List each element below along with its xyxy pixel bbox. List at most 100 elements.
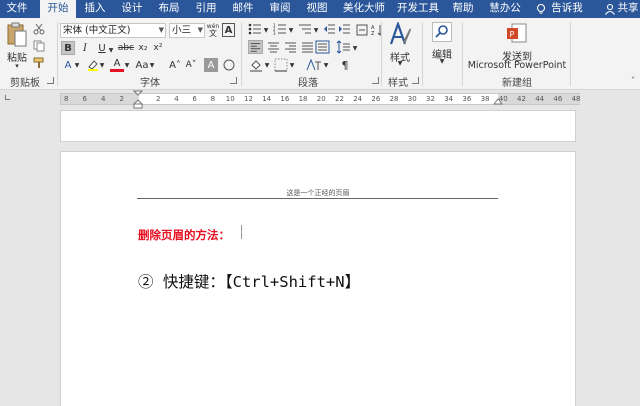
tab-view[interactable]: 视图: [300, 0, 334, 18]
tab-references[interactable]: 引用: [189, 0, 223, 18]
ruler-number: 12: [244, 95, 253, 103]
line-spacing-icon[interactable]: [336, 40, 351, 54]
numbering-icon[interactable]: 123: [273, 23, 287, 35]
right-indent-marker-icon[interactable]: [493, 98, 503, 106]
chevron-down-icon[interactable]: ▼: [288, 60, 296, 70]
chevron-down-icon[interactable]: ▼: [107, 45, 115, 55]
separator: [381, 22, 382, 86]
send-to-powerpoint-icon[interactable]: P: [506, 23, 528, 45]
tab-layout[interactable]: 布局: [152, 0, 186, 18]
page-header-text[interactable]: 这是一个正经的页眉: [138, 188, 498, 198]
tab-developer[interactable]: 开发工具: [394, 0, 442, 18]
italic-button[interactable]: I: [78, 41, 92, 55]
chevron-down-icon[interactable]: ▼: [351, 43, 359, 53]
cut-icon[interactable]: [33, 23, 45, 35]
tell-me[interactable]: 告诉我: [550, 0, 584, 18]
chevron-down-icon[interactable]: ▼: [98, 60, 106, 70]
align-right-icon[interactable]: [283, 40, 298, 54]
chevron-down-icon[interactable]: ▼: [436, 58, 448, 65]
tab-mailings[interactable]: 邮件: [226, 0, 260, 18]
paragraph-group-label: 段落: [298, 78, 318, 89]
tab-huibangong[interactable]: 慧办公: [487, 0, 523, 18]
paste-dropdown-arrow[interactable]: ▾: [11, 62, 23, 70]
align-left-icon[interactable]: [248, 40, 263, 54]
tab-review[interactable]: 审阅: [263, 0, 297, 18]
chevron-down-icon[interactable]: ▼: [312, 25, 320, 35]
bold-button[interactable]: B: [61, 41, 75, 55]
separator: [57, 22, 58, 86]
chevron-down-icon[interactable]: ▼: [123, 60, 131, 70]
tab-selector[interactable]: ∟: [4, 94, 12, 104]
tab-home[interactable]: 开始: [40, 0, 76, 18]
header-border-line: [137, 198, 498, 199]
distributed-icon[interactable]: [315, 40, 330, 54]
ribbon-home: 粘贴 ▾ 剪贴板 宋体 (中文正文) ▼ 小三 ▼ wén 文 A B I U …: [0, 18, 640, 90]
paste-icon[interactable]: [6, 22, 28, 48]
paragraph-dialog-launcher[interactable]: [372, 77, 379, 84]
collapse-ribbon-button[interactable]: ˄: [628, 75, 638, 85]
tab-insert[interactable]: 插入: [78, 0, 112, 18]
ruler-number: 14: [262, 95, 272, 103]
share-button[interactable]: 共享: [616, 0, 640, 18]
chevron-down-icon[interactable]: ▼: [263, 60, 271, 70]
increase-indent-icon[interactable]: [338, 23, 351, 35]
decrease-indent-icon[interactable]: [323, 23, 336, 35]
red-heading[interactable]: 删除页眉的方法：: [138, 227, 230, 243]
superscript-button[interactable]: x²: [151, 41, 165, 55]
copy-icon[interactable]: [33, 40, 45, 52]
font-color-button[interactable]: A: [110, 58, 124, 72]
person-icon[interactable]: [604, 3, 616, 15]
ruler-number: 2: [119, 95, 124, 103]
enclosed-char-icon: [223, 59, 235, 71]
separator: [570, 22, 571, 86]
justify-icon[interactable]: [300, 40, 315, 54]
strikethrough-button[interactable]: abc: [117, 41, 135, 55]
tab-file[interactable]: 文件: [0, 0, 34, 18]
search-icon[interactable]: [432, 22, 452, 42]
character-border-button[interactable]: A: [222, 23, 235, 37]
font-name-combo[interactable]: 宋体 (中文正文) ▼: [60, 23, 166, 38]
chevron-down-icon[interactable]: ▼: [73, 60, 81, 70]
svg-text:Z: Z: [371, 31, 375, 36]
chevron-down-icon[interactable]: ▼: [148, 60, 156, 70]
shrink-font-button[interactable]: A˅: [184, 58, 198, 72]
chevron-down-icon[interactable]: ▼: [322, 60, 330, 70]
send-to-ppt-line2[interactable]: Microsoft PowerPoint: [467, 60, 567, 71]
grow-font-button[interactable]: A˄: [168, 58, 182, 72]
tab-meihua[interactable]: 美化大师: [340, 0, 388, 18]
multilevel-list-icon[interactable]: [298, 23, 312, 35]
subscript-button[interactable]: x₂: [136, 41, 150, 55]
phonetic-char: 文: [209, 29, 217, 38]
font-group-label: 字体: [140, 78, 160, 89]
chevron-down-icon[interactable]: ▼: [287, 25, 295, 35]
phonetic-guide-button[interactable]: wén 文: [206, 22, 220, 38]
lightbulb-icon[interactable]: [535, 3, 547, 15]
styles-dialog-launcher[interactable]: [412, 77, 419, 84]
ribbon-tab-bar: 文件 开始 插入 设计 布局 引用 邮件 审阅 视图 美化大师 开发工具 帮助 …: [0, 0, 640, 18]
borders-icon[interactable]: [274, 58, 288, 72]
tab-design[interactable]: 设计: [115, 0, 149, 18]
bullets-icon[interactable]: [248, 23, 262, 35]
styles-icon[interactable]: [389, 22, 411, 46]
ruler-number: 20: [316, 95, 326, 103]
asian-layout-icon[interactable]: [306, 58, 322, 72]
ruler-number: 10: [225, 95, 235, 103]
chevron-down-icon[interactable]: ▼: [262, 25, 270, 35]
font-size-combo[interactable]: 小三 ▼: [169, 23, 205, 38]
chinese-layout-button[interactable]: [355, 23, 369, 36]
tab-help[interactable]: 帮助: [448, 0, 478, 18]
enclose-characters-button[interactable]: [222, 58, 236, 72]
ruler-left-margin: [61, 94, 139, 104]
format-painter-icon[interactable]: [33, 57, 45, 69]
chevron-down-icon[interactable]: ▼: [394, 60, 406, 67]
text-cursor: [241, 225, 242, 239]
shortcut-line[interactable]: ② 快捷键：【Ctrl+Shift+N】: [138, 270, 360, 292]
align-center-icon[interactable]: [266, 40, 281, 54]
show-marks-button[interactable]: ¶: [337, 58, 353, 72]
font-dialog-launcher[interactable]: [230, 77, 237, 84]
indent-marker-icon[interactable]: [133, 90, 143, 110]
shading-icon[interactable]: [249, 58, 263, 72]
ruler-number: 4: [101, 95, 106, 103]
clipboard-dialog-launcher[interactable]: [47, 77, 54, 84]
character-shading-button[interactable]: A: [204, 58, 218, 72]
